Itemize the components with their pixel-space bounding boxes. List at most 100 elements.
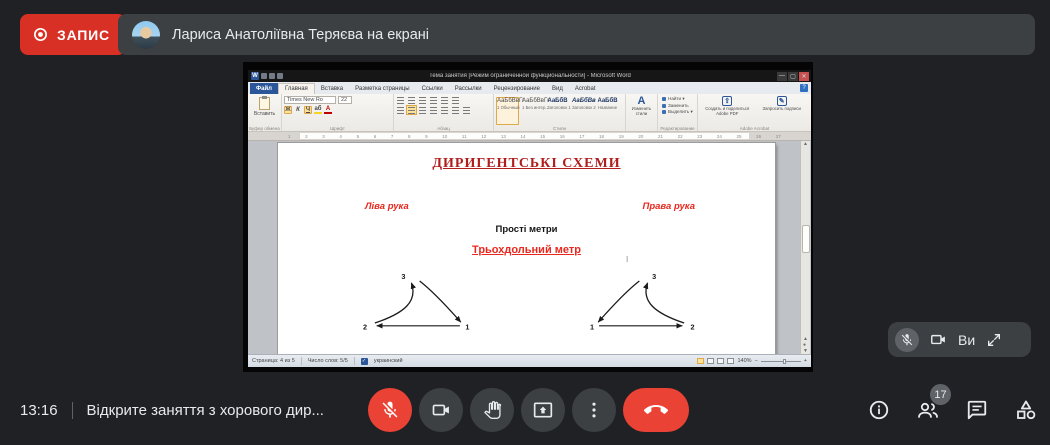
- page-indicator[interactable]: Страница: 4 из 5: [252, 358, 295, 364]
- web-view-button[interactable]: [717, 358, 724, 364]
- meeting-details-button[interactable]: [868, 399, 890, 421]
- tab-acrobat[interactable]: Acrobat: [569, 83, 602, 94]
- ruler-number: 12: [481, 134, 486, 139]
- justify-button[interactable]: [429, 106, 438, 114]
- word-titlebar: W Тема занятия [Режим ограниченной функц…: [248, 70, 811, 82]
- change-styles-button[interactable]: А Изменить стили: [626, 94, 658, 131]
- tab-references[interactable]: Ссылки: [416, 83, 449, 94]
- meet-bottom-bar: 13:16 Відкрите заняття з хорового дир...: [0, 375, 1050, 445]
- paste-label[interactable]: Вставить: [254, 111, 275, 117]
- font-color-button[interactable]: А: [324, 106, 332, 114]
- next-page-button[interactable]: ▼: [803, 348, 808, 354]
- style-heading1[interactable]: АаБбВ Заголовок 1: [546, 97, 569, 125]
- horizontal-ruler[interactable]: 1234567891011121314151617181920212223242…: [248, 132, 811, 141]
- decrease-indent-button[interactable]: [429, 96, 438, 104]
- multilevel-list-button[interactable]: [418, 96, 427, 104]
- tab-mailings[interactable]: Рассылки: [449, 83, 488, 94]
- mic-off-icon: [900, 333, 914, 347]
- font-size-combobox[interactable]: 22: [338, 96, 352, 104]
- line-spacing-button[interactable]: [440, 106, 449, 114]
- right-hand-label: Права рука: [642, 201, 695, 212]
- beat-2-label: 2: [691, 322, 695, 331]
- recording-chip[interactable]: ЗАПИС: [20, 14, 126, 55]
- scrollbar-thumb[interactable]: [802, 225, 810, 253]
- editing-item[interactable]: Заменить: [662, 103, 695, 108]
- print-layout-view-button[interactable]: [697, 358, 704, 364]
- create-pdf-button[interactable]: ⇪ Создать и поделиться Adobe PDF: [703, 96, 751, 125]
- editing-item[interactable]: Найти ▾: [662, 96, 695, 102]
- raise-hand-button[interactable]: [470, 388, 514, 432]
- ruler-number: 20: [638, 134, 643, 139]
- minimize-button[interactable]: —: [777, 72, 787, 81]
- language-indicator[interactable]: украинский: [374, 358, 403, 364]
- self-view-label: Ви: [958, 332, 975, 348]
- leave-call-button[interactable]: [623, 388, 689, 432]
- paste-icon[interactable]: [259, 97, 270, 110]
- chat-button[interactable]: [966, 399, 988, 421]
- zoom-slider[interactable]: [761, 361, 801, 362]
- beat-1-label: 1: [465, 322, 469, 331]
- tab-review[interactable]: Рецензирование: [488, 83, 546, 94]
- tab-page-layout[interactable]: Разметка страницы: [349, 83, 415, 94]
- style-heading2[interactable]: АаБбВв Заголовок 2: [571, 97, 594, 125]
- activities-button[interactable]: [1014, 398, 1038, 422]
- tab-view[interactable]: Вид: [546, 83, 569, 94]
- outline-view-button[interactable]: [727, 358, 734, 364]
- beat-1-label: 1: [590, 322, 594, 331]
- activities-icon: [1014, 398, 1038, 422]
- ribbon-tabs: Файл Главная Вставка Разметка страницы С…: [248, 82, 811, 94]
- save-icon[interactable]: [261, 73, 267, 79]
- expand-icon[interactable]: [986, 332, 1002, 348]
- increase-indent-button[interactable]: [440, 96, 449, 104]
- word-window-title: Тема занятия [Режим ограниченной функцио…: [283, 73, 777, 79]
- group-styles: АаБбВвГг 1 Обычный АаБбВвГг 1 Без интер.…: [494, 94, 626, 131]
- zoom-level[interactable]: 140%: [737, 358, 751, 364]
- tab-home[interactable]: Главная: [278, 83, 315, 94]
- redo-icon[interactable]: [277, 73, 283, 79]
- fullscreen-view-button[interactable]: [707, 358, 714, 364]
- more-options-icon: [584, 400, 604, 420]
- shading-button[interactable]: [451, 106, 460, 114]
- request-signatures-button[interactable]: ✎ Запросить подписи: [758, 96, 806, 125]
- highlight-button[interactable]: аб: [314, 106, 322, 114]
- group-font: Times New Ro 22 Ж К Ч аб А Шрифт: [282, 94, 394, 131]
- document-page[interactable]: ДИРИГЕНТСЬКІ СХЕМИ Ліва рука Права рука …: [278, 143, 775, 354]
- align-left-button[interactable]: [396, 106, 405, 114]
- font-name-combobox[interactable]: Times New Ro: [284, 96, 336, 104]
- style-normal[interactable]: АаБбВвГг 1 Обычный: [496, 97, 519, 125]
- underline-button[interactable]: Ч: [304, 106, 312, 114]
- bold-button[interactable]: Ж: [284, 106, 292, 114]
- vertical-scrollbar[interactable]: ▲ ▲ ● ▼: [800, 141, 810, 354]
- ruler-number: 5: [357, 134, 360, 139]
- tab-file[interactable]: Файл: [250, 83, 278, 94]
- style-title[interactable]: АаБбВ Название: [596, 97, 619, 125]
- camera-button[interactable]: [419, 388, 463, 432]
- sort-button[interactable]: [451, 96, 460, 104]
- conducting-diagram-left-hand: 1 2 3: [360, 270, 472, 334]
- spellcheck-icon[interactable]: [361, 358, 368, 365]
- italic-button[interactable]: К: [294, 106, 302, 114]
- tab-insert[interactable]: Вставка: [315, 83, 349, 94]
- style-no-spacing[interactable]: АаБбВвГг 1 Без интер...: [521, 97, 544, 125]
- align-right-button[interactable]: [418, 106, 427, 114]
- more-options-button[interactable]: [572, 388, 616, 432]
- left-hand-label: Ліва рука: [365, 201, 409, 212]
- bullets-button[interactable]: [396, 96, 405, 104]
- borders-button[interactable]: [462, 106, 471, 114]
- word-quick-access-toolbar[interactable]: W: [248, 72, 283, 80]
- undo-icon[interactable]: [269, 73, 275, 79]
- zoom-in-button[interactable]: +: [804, 358, 807, 364]
- editing-item[interactable]: Выделить ▾: [662, 109, 695, 115]
- align-center-button[interactable]: [407, 106, 416, 114]
- self-view-pill[interactable]: Ви: [888, 322, 1031, 357]
- scroll-up-arrow[interactable]: ▲: [803, 141, 808, 147]
- numbering-button[interactable]: [407, 96, 416, 104]
- close-button[interactable]: ✕: [799, 72, 809, 81]
- present-screen-button[interactable]: [521, 388, 565, 432]
- zoom-out-button[interactable]: −: [755, 358, 758, 364]
- help-icon[interactable]: ?: [800, 84, 808, 92]
- participants-button[interactable]: 17: [916, 398, 940, 422]
- mute-microphone-button[interactable]: [368, 388, 412, 432]
- word-count[interactable]: Число слов: 5/5: [308, 358, 348, 364]
- maximize-button[interactable]: ▢: [788, 72, 798, 81]
